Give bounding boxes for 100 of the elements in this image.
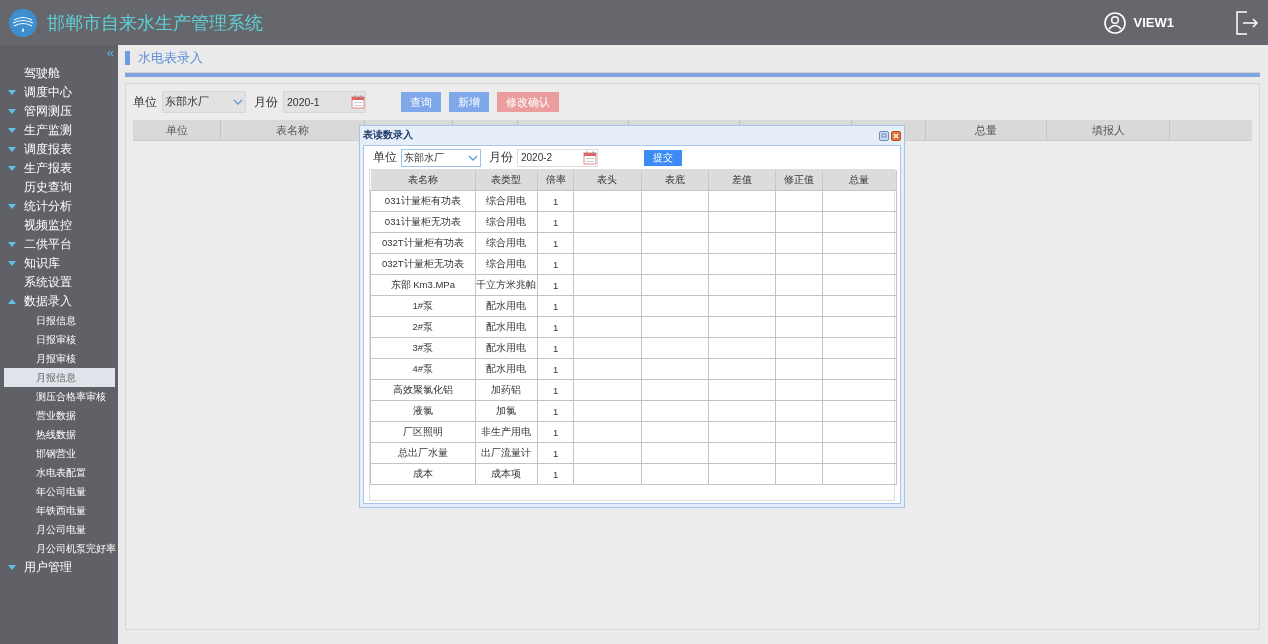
- input-field[interactable]: [573, 190, 641, 212]
- user-icon[interactable]: [1103, 11, 1126, 34]
- input-field[interactable]: [708, 379, 776, 401]
- input-field[interactable]: [708, 421, 776, 443]
- input-field[interactable]: [822, 253, 897, 275]
- input-field[interactable]: [822, 442, 897, 464]
- input-field[interactable]: [775, 400, 822, 422]
- triangle-up-icon[interactable]: [7, 297, 17, 306]
- sidebar-item[interactable]: 管网测压: [24, 104, 72, 119]
- input-field[interactable]: [822, 274, 897, 296]
- input-field[interactable]: [822, 316, 897, 338]
- input-field[interactable]: [573, 400, 641, 422]
- input-field[interactable]: [573, 211, 641, 233]
- input-field[interactable]: [641, 358, 709, 380]
- input-field[interactable]: [708, 295, 776, 317]
- triangle-down-icon[interactable]: [7, 259, 17, 268]
- sidebar-item[interactable]: 驾驶舱: [24, 66, 60, 81]
- input-field[interactable]: [775, 274, 822, 296]
- input-field[interactable]: [708, 253, 776, 275]
- input-field[interactable]: [822, 232, 897, 254]
- input-field[interactable]: [573, 421, 641, 443]
- triangle-down-icon[interactable]: [7, 240, 17, 249]
- input-field[interactable]: [573, 463, 641, 485]
- input-field[interactable]: [775, 442, 822, 464]
- input-field[interactable]: [708, 337, 776, 359]
- triangle-down-icon[interactable]: [7, 164, 17, 173]
- input-field[interactable]: [822, 463, 897, 485]
- submit-button[interactable]: 提交: [644, 149, 682, 166]
- close-icon[interactable]: [891, 130, 901, 141]
- sidebar-item[interactable]: 系统设置: [24, 275, 72, 290]
- sidebar-item[interactable]: 数据录入: [24, 294, 72, 309]
- sidebar-item[interactable]: 生产报表: [24, 161, 72, 176]
- sidebar-subitem[interactable]: 月公司机泵完好率: [4, 539, 115, 558]
- input-field[interactable]: [641, 232, 709, 254]
- input-field[interactable]: [822, 379, 897, 401]
- input-field[interactable]: [775, 232, 822, 254]
- sidebar-subitem[interactable]: 月公司电量: [4, 520, 115, 539]
- calendar-icon[interactable]: [583, 150, 597, 165]
- sidebar-item[interactable]: 历史查询: [24, 180, 72, 195]
- input-field[interactable]: [641, 190, 709, 212]
- month-field[interactable]: 2020-1: [283, 91, 366, 113]
- sidebar-subitem[interactable]: 日报审核: [4, 330, 115, 349]
- sidebar-item[interactable]: 用户管理: [24, 560, 72, 575]
- sidebar-subitem[interactable]: 月报信息: [4, 368, 115, 387]
- input-field[interactable]: [822, 400, 897, 422]
- input-field[interactable]: [775, 463, 822, 485]
- input-field[interactable]: [573, 358, 641, 380]
- sidebar-item[interactable]: 视频监控: [24, 218, 72, 233]
- input-field[interactable]: [573, 337, 641, 359]
- sidebar-subitem[interactable]: 热线数据: [4, 425, 115, 444]
- triangle-down-icon[interactable]: [7, 202, 17, 211]
- input-field[interactable]: [822, 211, 897, 233]
- input-field[interactable]: [641, 253, 709, 275]
- input-field[interactable]: [775, 358, 822, 380]
- input-field[interactable]: [708, 316, 776, 338]
- sidebar-subitem[interactable]: 年公司电量: [4, 482, 115, 501]
- input-field[interactable]: [641, 211, 709, 233]
- input-field[interactable]: [708, 400, 776, 422]
- input-field[interactable]: [641, 463, 709, 485]
- input-field[interactable]: [641, 421, 709, 443]
- sidebar-subitem[interactable]: 月报审核: [4, 349, 115, 368]
- sidebar-item[interactable]: 调度报表: [24, 142, 72, 157]
- triangle-down-icon[interactable]: [7, 145, 17, 154]
- unit-dropdown[interactable]: 东部水厂: [401, 148, 481, 167]
- input-field[interactable]: [775, 337, 822, 359]
- input-field[interactable]: [708, 190, 776, 212]
- input-field[interactable]: [573, 253, 641, 275]
- input-field[interactable]: [641, 442, 709, 464]
- input-field[interactable]: [822, 295, 897, 317]
- sidebar-subitem[interactable]: 营业数据: [4, 406, 115, 425]
- input-field[interactable]: [775, 190, 822, 212]
- sidebar-item[interactable]: 知识库: [24, 256, 60, 271]
- input-field[interactable]: [641, 379, 709, 401]
- input-field[interactable]: [822, 190, 897, 212]
- sidebar-item[interactable]: 统计分析: [24, 199, 72, 214]
- input-field[interactable]: [641, 337, 709, 359]
- input-field[interactable]: [775, 295, 822, 317]
- input-field[interactable]: [775, 421, 822, 443]
- sidebar-item[interactable]: 调度中心: [24, 85, 72, 100]
- sidebar-subitem[interactable]: 年铁西电量: [4, 501, 115, 520]
- sidebar-subitem[interactable]: 邯钢营业: [4, 444, 115, 463]
- input-field[interactable]: [822, 421, 897, 443]
- input-field[interactable]: [641, 316, 709, 338]
- sidebar-item[interactable]: 生产监测: [24, 123, 72, 138]
- sidebar-item[interactable]: 二供平台: [24, 237, 72, 252]
- input-field[interactable]: [641, 295, 709, 317]
- triangle-down-icon[interactable]: [7, 88, 17, 97]
- input-field[interactable]: [641, 274, 709, 296]
- sidebar-subitem[interactable]: 水电表配置: [4, 463, 115, 482]
- sidebar-subitem[interactable]: 测压合格率审核: [4, 387, 115, 406]
- triangle-down-icon[interactable]: [7, 107, 17, 116]
- input-field[interactable]: [708, 463, 776, 485]
- triangle-down-icon[interactable]: [7, 126, 17, 135]
- input-field[interactable]: [708, 274, 776, 296]
- user-name[interactable]: VIEW1: [1133, 15, 1174, 30]
- calendar-icon[interactable]: [351, 95, 365, 109]
- input-field[interactable]: [573, 232, 641, 254]
- input-field[interactable]: [641, 400, 709, 422]
- input-field[interactable]: [573, 379, 641, 401]
- input-field[interactable]: [573, 442, 641, 464]
